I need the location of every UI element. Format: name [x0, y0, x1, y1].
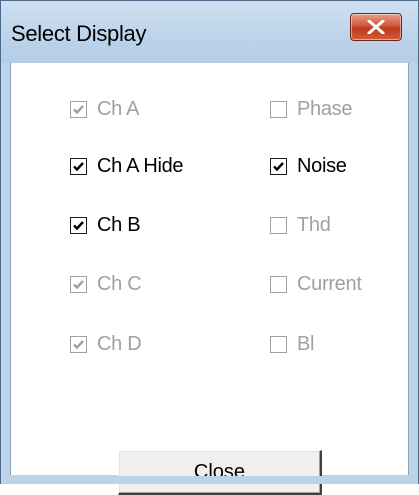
checkbox-box[interactable]: [270, 157, 287, 175]
checkbox-label: Ch C: [97, 272, 142, 295]
checkbox-ch-d[interactable]: Ch D: [70, 332, 142, 356]
checkbox-box[interactable]: [270, 216, 287, 234]
dialog-client-area: Ch A Ch A Hide Ch B Ch C Ch D Phase Nois…: [10, 63, 409, 495]
window-title: Select Display: [11, 21, 147, 46]
checkbox-label: Ch A Hide: [97, 154, 184, 177]
checkbox-box[interactable]: [270, 100, 287, 118]
checkmark-icon: [73, 161, 84, 171]
checkbox-box[interactable]: [70, 275, 87, 293]
checkbox-label: Phase: [297, 97, 353, 120]
checkbox-ch-c[interactable]: Ch C: [70, 272, 142, 296]
checkbox-ch-b[interactable]: Ch B: [70, 213, 141, 237]
checkbox-box[interactable]: [70, 335, 87, 353]
checkbox-current[interactable]: Current: [270, 272, 362, 296]
checkbox-bl[interactable]: Bl: [270, 332, 314, 356]
close-button[interactable]: Close: [118, 450, 322, 495]
checkbox-label: Thd: [297, 213, 331, 236]
checkbox-noise[interactable]: Noise: [270, 154, 347, 178]
checkbox-label: Current: [297, 272, 362, 295]
window-bottom-border: [1, 476, 418, 484]
checkbox-ch-a[interactable]: Ch A: [70, 97, 139, 121]
window-close-button[interactable]: [350, 13, 402, 41]
checkbox-box[interactable]: [70, 157, 87, 175]
checkmark-icon: [73, 220, 84, 230]
select-display-dialog: Select Display Ch A Ch A Hide Ch B Ch C …: [0, 0, 419, 495]
checkbox-box[interactable]: [270, 335, 287, 353]
checkbox-label: Ch D: [97, 332, 142, 355]
checkbox-ch-a-hide[interactable]: Ch A Hide: [70, 154, 184, 178]
checkbox-label: Ch A: [97, 97, 140, 120]
title-bar[interactable]: Select Display: [1, 1, 418, 63]
checkbox-label: Noise: [297, 154, 347, 177]
checkbox-box[interactable]: [70, 100, 87, 118]
checkbox-box[interactable]: [270, 275, 287, 293]
checkbox-label: Bl: [297, 332, 315, 355]
checkbox-label: Ch B: [97, 213, 141, 236]
checkmark-icon: [73, 104, 84, 114]
checkmark-icon: [73, 279, 84, 289]
close-x-icon: [367, 20, 385, 34]
checkmark-icon: [73, 339, 84, 349]
checkbox-phase[interactable]: Phase: [270, 97, 353, 121]
checkbox-box[interactable]: [70, 216, 87, 234]
checkmark-icon: [273, 161, 284, 171]
checkbox-thd[interactable]: Thd: [270, 213, 331, 237]
